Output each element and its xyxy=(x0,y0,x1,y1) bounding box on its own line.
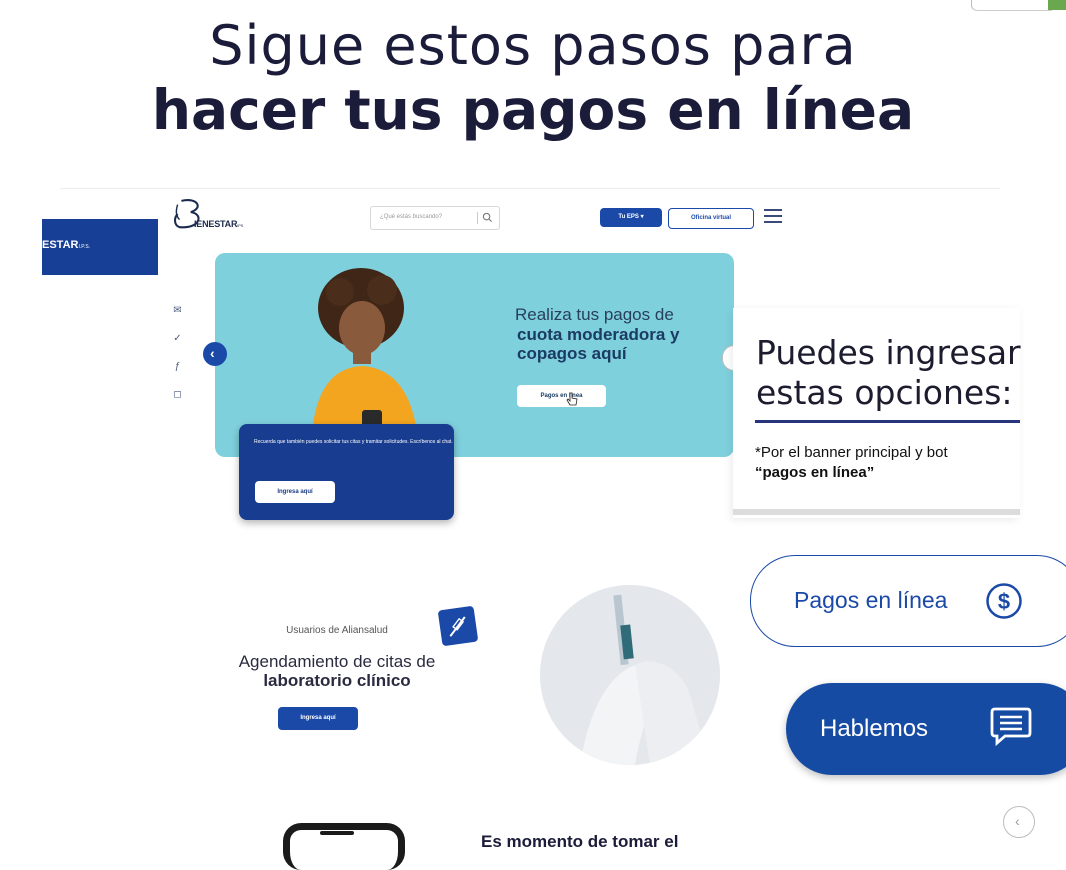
headline-line-2: hacer tus pagos en línea xyxy=(151,78,915,142)
headline-line-1: Sigue estos pasos para xyxy=(209,14,857,77)
hablemos-chat-button[interactable]: Hablemos xyxy=(786,683,1066,775)
instagram-icon[interactable]: ◻ xyxy=(172,389,183,400)
options-divider xyxy=(755,420,1020,423)
scroll-top-icon[interactable]: ‹ xyxy=(1003,806,1035,838)
mail-icon[interactable]: ✉ xyxy=(172,305,183,316)
options-panel: Puedes ingresar estas opciones: *Por el … xyxy=(733,308,1021,518)
hero-text-line-3: copagos aquí xyxy=(517,344,627,363)
chat-promo-text: Recuerda que también puedes solicitar tu… xyxy=(254,439,453,445)
pagos-en-linea-label: Pagos en línea xyxy=(794,587,948,613)
nav-divider xyxy=(60,188,1000,189)
search-input[interactable]: ¿Qué estás buscando? xyxy=(370,206,500,230)
social-links: ✉ ✓ ƒ ◻ xyxy=(172,305,186,417)
search-placeholder: ¿Qué estás buscando? xyxy=(380,214,443,220)
dollar-icon: $ xyxy=(986,583,1022,619)
lab-title-line-1: Agendamiento de citas de xyxy=(238,652,436,671)
twitter-icon[interactable]: ✓ xyxy=(172,333,183,344)
hero-text-line-1: Realiza tus pagos de xyxy=(515,305,674,324)
bottom-section-title: Es momento de tomar el xyxy=(481,832,679,851)
side-banner-text: ESTAR xyxy=(42,239,79,251)
tu-eps-button[interactable]: Tu EPS ▾ xyxy=(600,208,662,227)
options-title-line-2: estas opciones: xyxy=(756,373,1013,412)
chat-ingresa-button[interactable]: Ingresa aquí xyxy=(255,481,335,503)
options-note: *Por el banner principal y bot xyxy=(755,444,948,461)
side-banner-small: I.P.S. xyxy=(78,244,91,250)
oficina-virtual-button[interactable]: Oficina virtual xyxy=(668,208,754,229)
search-icon[interactable] xyxy=(482,212,493,223)
svg-text:$: $ xyxy=(998,589,1010,614)
lab-title-line-2: laboratorio clínico xyxy=(263,671,411,690)
lab-subtitle: Usuarios de Aliansalud xyxy=(286,625,388,636)
options-title-line-1: Puedes ingresar xyxy=(756,333,1021,372)
facebook-icon[interactable]: ƒ xyxy=(172,361,183,372)
chat-icon xyxy=(990,707,1032,747)
options-emphasis: “pagos en línea” xyxy=(755,464,875,481)
carousel-prev-icon[interactable]: ‹ xyxy=(203,342,227,366)
phone-illustration xyxy=(283,823,405,870)
vaccine-image xyxy=(540,585,720,765)
logo-text: IENESTAR xyxy=(194,219,238,229)
side-banner[interactable]: ESTARI.P.S. xyxy=(42,219,158,275)
logo-suffix: IPS xyxy=(237,223,244,228)
window-corner xyxy=(971,0,1066,11)
menu-hamburger-icon[interactable] xyxy=(764,209,782,225)
pagos-en-linea-button[interactable]: Pagos en línea $ xyxy=(750,555,1066,647)
hero-text-line-2: cuota moderadora y xyxy=(517,325,680,344)
lab-ingresa-button[interactable]: Ingresa aquí xyxy=(278,707,358,730)
hand-cursor-icon xyxy=(566,392,578,406)
hero-pagos-button[interactable]: Pagos en línea xyxy=(517,385,606,407)
chat-promo-card: Recuerda que también puedes solicitar tu… xyxy=(239,424,454,520)
hablemos-label: Hablemos xyxy=(820,715,929,742)
